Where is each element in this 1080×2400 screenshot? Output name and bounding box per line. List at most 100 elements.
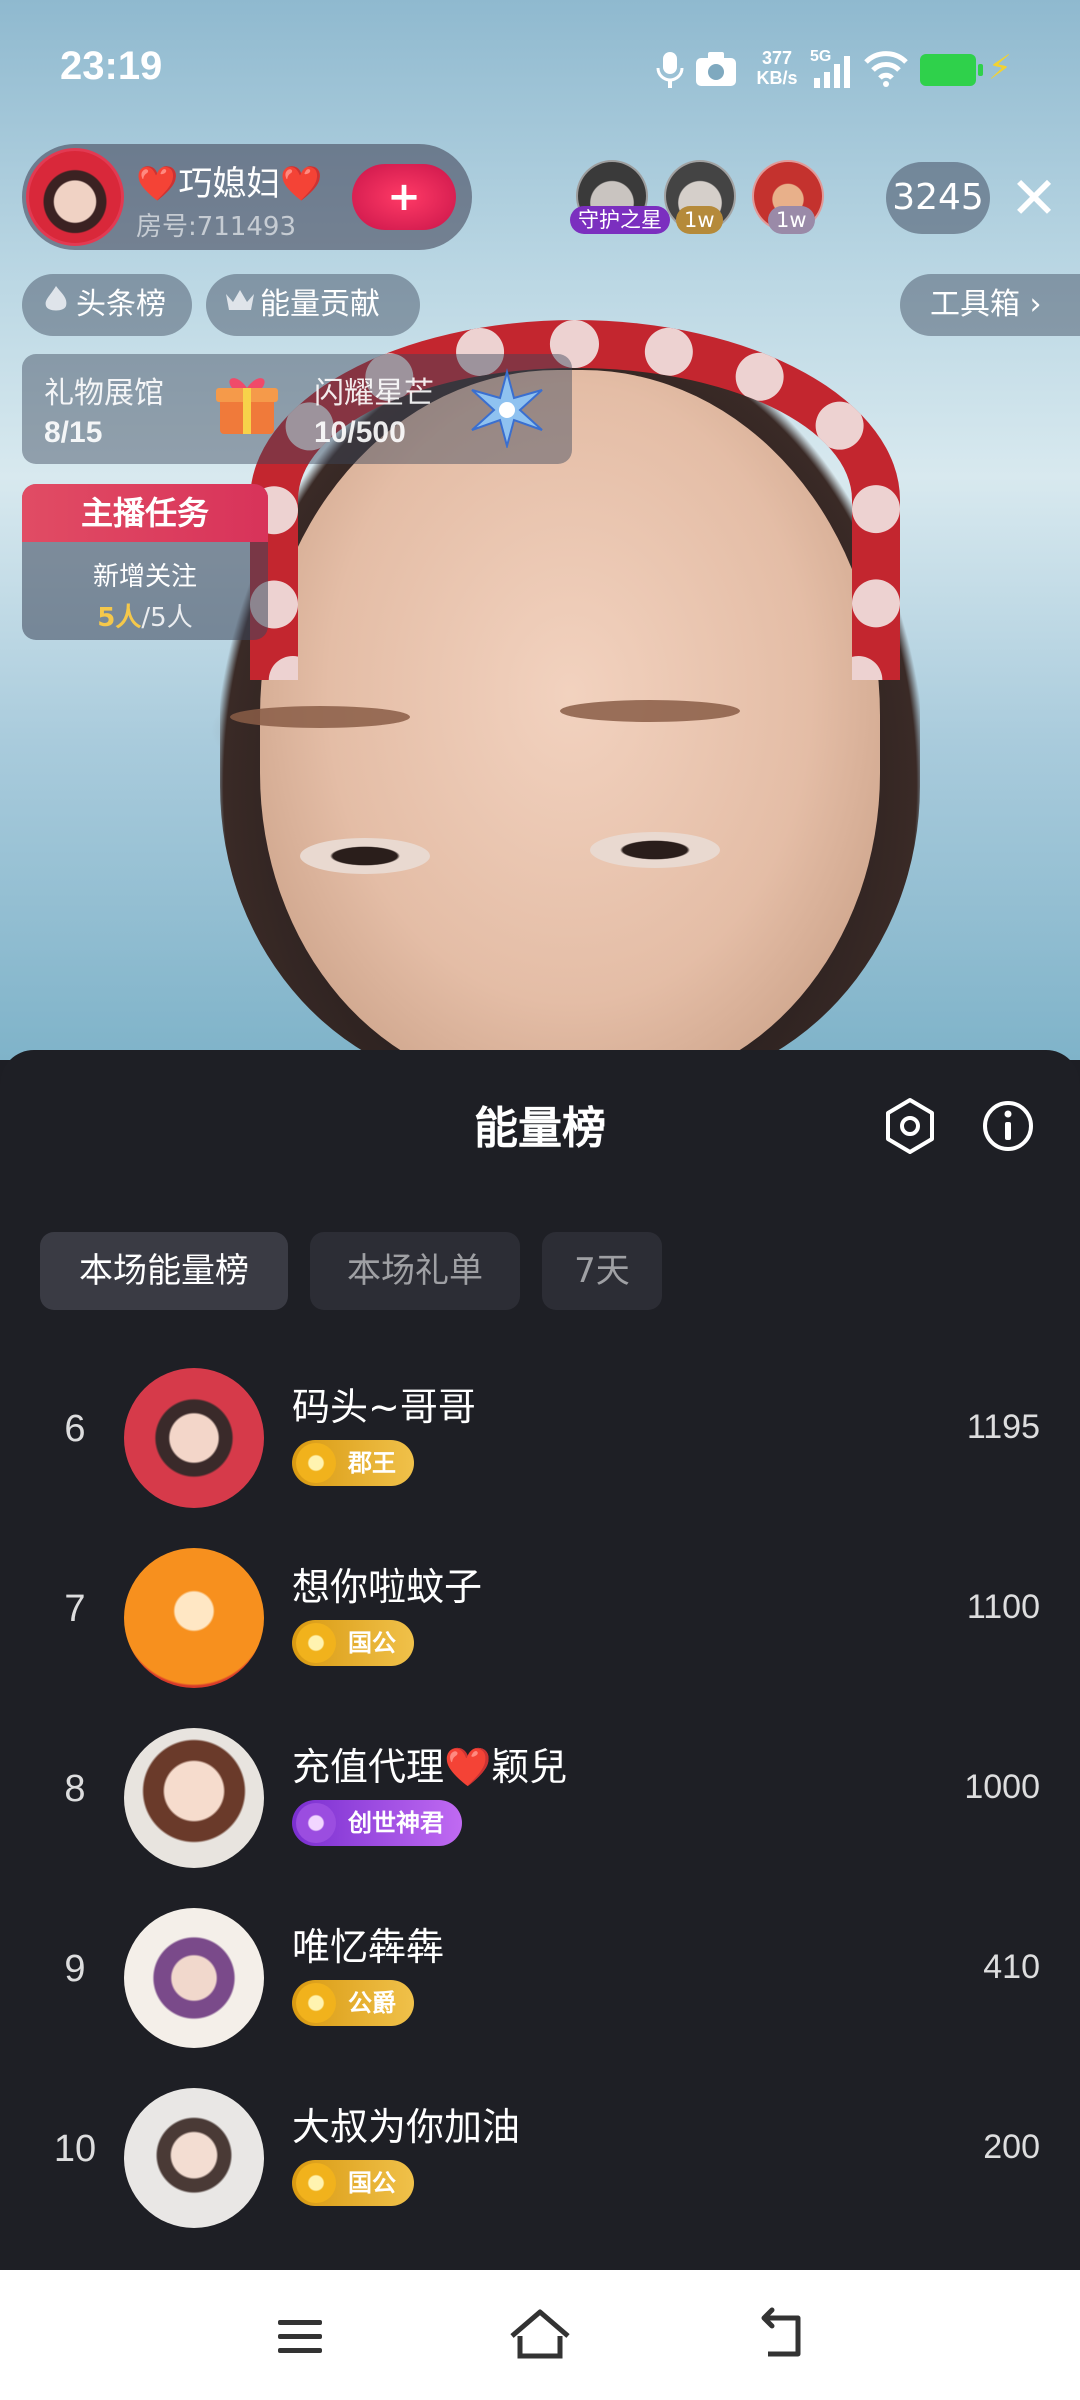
- level-badge: 国公: [292, 1620, 414, 1666]
- charging-icon: ⚡: [988, 48, 1012, 88]
- toolbox-button[interactable]: 工具箱 ›: [900, 274, 1080, 336]
- level-badge: 国公: [292, 2160, 414, 2206]
- progress-panel: 礼物展馆 8/15 闪耀星芒 10/500: [22, 354, 572, 464]
- headline-rank-label: 头条榜: [76, 287, 166, 322]
- rank-row[interactable]: 6 码头~哥哥 郡王 1195: [0, 1354, 1080, 1514]
- headline-rank-button[interactable]: 头条榜: [22, 274, 192, 336]
- back-icon: [761, 2307, 801, 2357]
- level-badge-label: 公爵: [348, 1989, 396, 2017]
- gift-gallery-label: 礼物展馆: [44, 376, 164, 411]
- host-task-total: /5人: [141, 603, 193, 633]
- shining-star-label: 闪耀星芒: [314, 376, 434, 411]
- crown-icon: [220, 274, 260, 336]
- level-badge-label: 创世神君: [348, 1809, 444, 1837]
- rank-row[interactable]: 7 想你啦蚊子 国公 1100: [0, 1534, 1080, 1694]
- rank-row[interactable]: 10 大叔为你加油 国公 200: [0, 2074, 1080, 2234]
- energy-score: 1000: [964, 1768, 1040, 1806]
- energy-score: 1100: [966, 1588, 1040, 1626]
- audience-badge-3: 1w: [768, 206, 815, 234]
- back-button[interactable]: [740, 2296, 820, 2376]
- audience-badge-guardian: 守护之星: [570, 206, 670, 234]
- gem-icon: [296, 1983, 336, 2023]
- menu-button[interactable]: [260, 2296, 340, 2376]
- home-icon: [510, 2309, 570, 2359]
- user-avatar[interactable]: [124, 1368, 264, 1508]
- star-icon: [471, 368, 543, 448]
- net-speed: 377 KB/s: [754, 48, 800, 88]
- tab-session-energy[interactable]: 本场能量榜: [40, 1232, 288, 1310]
- battery-icon: [920, 54, 983, 86]
- close-icon: ✕: [1009, 164, 1059, 232]
- info-icon: [983, 1101, 1033, 1151]
- rank-number: 7: [64, 1588, 86, 1630]
- gift-icon: [216, 378, 278, 434]
- home-button[interactable]: [500, 2296, 580, 2376]
- level-badge: 创世神君: [292, 1800, 462, 1846]
- shining-star-value: 10/500: [314, 416, 406, 449]
- status-time: 23:19: [60, 44, 163, 88]
- level-badge-label: 国公: [348, 1629, 396, 1657]
- user-name: 码头~哥哥: [292, 1385, 476, 1429]
- rank-row[interactable]: 8 充值代理❤️颖兒 创世神君 1000: [0, 1714, 1080, 1874]
- rank-row[interactable]: 9 唯忆犇犇 公爵 410: [0, 1894, 1080, 2054]
- net-speed-unit: KB/s: [756, 68, 798, 88]
- gem-icon: [296, 1803, 336, 1843]
- host-room-id: 房号:711493: [136, 212, 297, 242]
- hexagon-settings-icon: [886, 1098, 934, 1154]
- energy-score: 200: [983, 2128, 1040, 2166]
- user-avatar[interactable]: [124, 2088, 264, 2228]
- host-task-title: 主播任务: [22, 484, 268, 542]
- menu-icon: [278, 2320, 322, 2353]
- rank-number: 9: [64, 1948, 86, 1990]
- info-button[interactable]: [976, 1094, 1040, 1158]
- flame-icon: [36, 274, 76, 336]
- video-right-eye: [590, 832, 720, 868]
- rank-number: 8: [64, 1768, 86, 1810]
- level-badge-label: 国公: [348, 2169, 396, 2197]
- user-name: 大叔为你加油: [292, 2105, 521, 2149]
- status-bar: 23:19 377 KB/s 5G ⚡: [0, 0, 1080, 140]
- host-task-done: 5人: [97, 603, 142, 633]
- level-badge-label: 郡王: [348, 1449, 396, 1477]
- shining-star[interactable]: 闪耀星芒 10/500: [292, 354, 572, 464]
- host-name: ❤️巧媳妇❤️: [136, 164, 323, 204]
- energy-contribution-button[interactable]: 能量贡献: [206, 274, 420, 336]
- close-button[interactable]: ✕: [1004, 162, 1064, 234]
- settings-button[interactable]: [878, 1094, 942, 1158]
- rank-number: 6: [64, 1408, 86, 1450]
- system-nav-bar: [0, 2270, 1080, 2400]
- user-avatar[interactable]: [124, 1908, 264, 2048]
- microphone-icon: [654, 50, 686, 99]
- video-right-brow: [560, 700, 740, 722]
- host-avatar[interactable]: [26, 148, 124, 246]
- user-name: 唯忆犇犇: [292, 1925, 445, 1969]
- host-card[interactable]: ❤️巧媳妇❤️ 房号:711493 +: [22, 144, 472, 250]
- net-speed-value: 377: [761, 48, 793, 68]
- follow-button[interactable]: +: [352, 164, 456, 230]
- video-left-eye: [300, 838, 430, 874]
- gift-gallery-value: 8/15: [44, 416, 103, 449]
- host-task-card[interactable]: 主播任务 新增关注 5人/5人: [22, 484, 268, 640]
- tab-session-gifts[interactable]: 本场礼单: [310, 1232, 520, 1310]
- energy-contribution-label: 能量贡献: [260, 287, 380, 322]
- user-avatar[interactable]: [124, 1728, 264, 1868]
- level-badge: 郡王: [292, 1440, 414, 1486]
- user-avatar[interactable]: [124, 1548, 264, 1688]
- user-name: 充值代理❤️颖兒: [292, 1745, 568, 1789]
- camera-icon: [694, 50, 738, 97]
- energy-score: 410: [983, 1948, 1040, 1986]
- tab-7-days[interactable]: 7天: [542, 1232, 662, 1310]
- energy-rank-sheet: 能量榜 本场能量榜 本场礼单 7天 6 码头~哥哥 郡王 1195 7 想你啦蚊…: [0, 1050, 1080, 2270]
- rank-number: 10: [53, 2128, 97, 2170]
- gem-icon: [296, 2163, 336, 2203]
- gem-icon: [296, 1443, 336, 1483]
- wifi-icon: [862, 48, 910, 92]
- gift-gallery[interactable]: 礼物展馆 8/15: [22, 354, 292, 464]
- video-left-brow: [230, 706, 410, 728]
- user-name: 想你啦蚊子: [292, 1565, 483, 1609]
- energy-score: 1195: [966, 1408, 1040, 1446]
- viewer-count[interactable]: 3245: [886, 162, 990, 234]
- gem-icon: [296, 1623, 336, 1663]
- audience-badge-2: 1w: [676, 206, 723, 234]
- level-badge: 公爵: [292, 1980, 414, 2026]
